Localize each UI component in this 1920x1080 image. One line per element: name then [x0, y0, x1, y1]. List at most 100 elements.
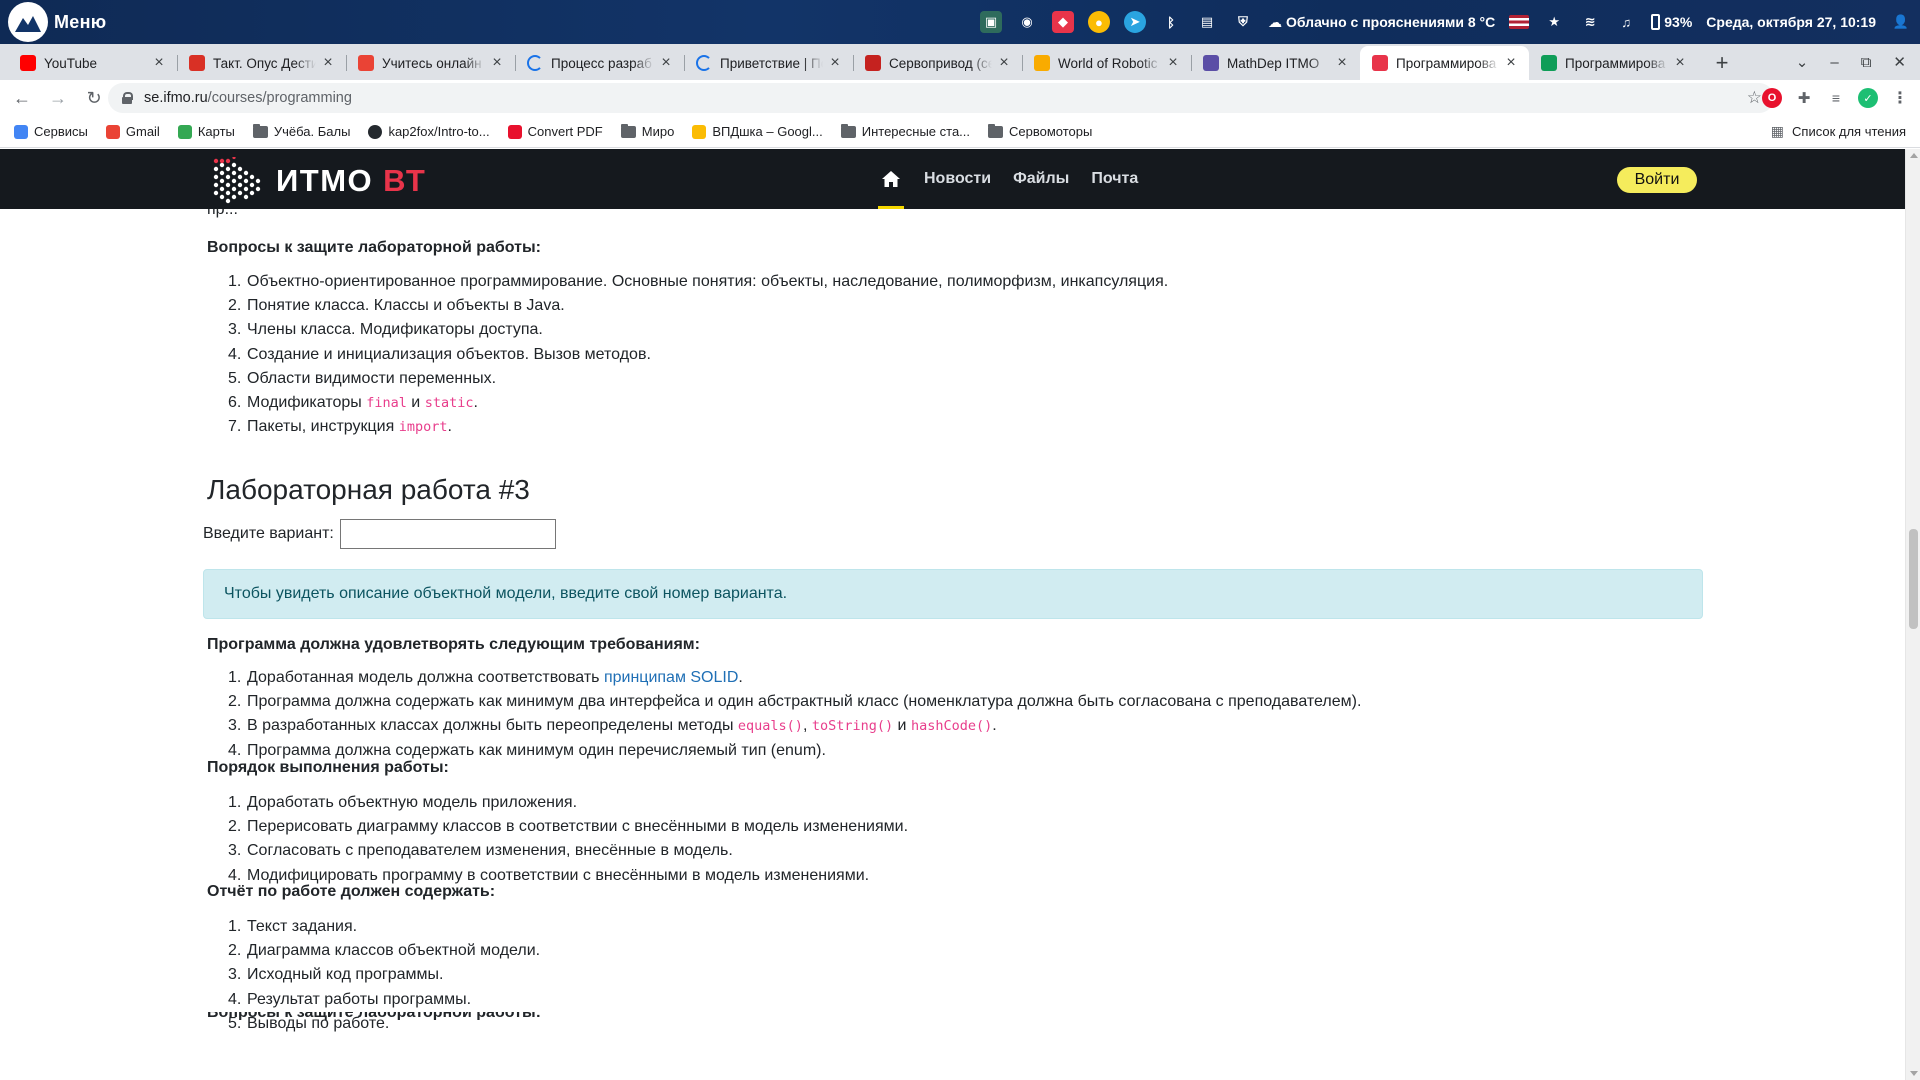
telegram-icon[interactable]: ➤ [1123, 11, 1146, 33]
login-button[interactable]: Войти [1617, 167, 1697, 193]
defense-questions-title: Вопросы к защите лабораторной работы: [207, 239, 541, 256]
scroll-up-arrow-icon[interactable] [1910, 153, 1918, 158]
tab-close-icon[interactable]: × [1672, 54, 1688, 72]
browser-tab[interactable]: Процесс разраб × [515, 46, 684, 80]
gmail-icon [358, 55, 374, 71]
page-viewport: ИТМО ВТ Новости Файлы Почта Войти пр... В… [0, 149, 1905, 1080]
bookmark-item[interactable]: Сервисы [14, 124, 88, 139]
screenshot-app-icon[interactable]: ▣ [979, 11, 1002, 33]
tab-close-icon[interactable]: × [996, 54, 1012, 72]
work-order-title: Порядок выполнения работы: [207, 759, 449, 776]
page-scrollbar[interactable] [1905, 149, 1920, 1080]
nav-files-link[interactable]: Файлы [1013, 170, 1069, 188]
bookmark-item[interactable]: kap2fox/Intro-to... [368, 124, 490, 139]
tab-close-icon[interactable]: × [1334, 54, 1350, 72]
solid-link[interactable]: принципам SOLID [604, 669, 738, 686]
us-flag-icon[interactable] [1509, 15, 1530, 29]
os-top-panel: Меню ▣ ◉ ◆ ● ➤ ᛒ ▤ ⛨ ☁ Облачно с проясне… [0, 0, 1920, 44]
browser-tab[interactable]: Такт. Опус Дести × [177, 46, 346, 80]
browser-tab[interactable]: World of Robotic × [1022, 46, 1191, 80]
scrollbar-thumb[interactable] [1909, 529, 1918, 629]
lock-icon[interactable] [122, 92, 133, 104]
nav-mail-link[interactable]: Почта [1091, 170, 1138, 188]
browser-tab[interactable]: Учитесь онлайн × [346, 46, 515, 80]
chrome-menu-icon[interactable]: ⋮ [1890, 88, 1910, 108]
os-menu-button[interactable]: Меню [0, 0, 106, 44]
forward-button[interactable]: → [44, 84, 72, 112]
discord-icon[interactable]: ◉ [1016, 11, 1038, 33]
cube-app-icon[interactable]: ◆ [1051, 11, 1074, 33]
nav-news-link[interactable]: Новости [924, 170, 991, 188]
weather-indicator[interactable]: ☁ Облачно с прояснениями 8 °C [1268, 14, 1495, 31]
tab-close-icon[interactable]: × [489, 54, 505, 72]
star-applet-icon[interactable]: ★ [1543, 11, 1565, 33]
browser-tab[interactable]: Приветствие | По × [684, 46, 853, 80]
sheets-icon [1541, 55, 1557, 71]
bookmark-item[interactable]: Учёба. Балы [252, 123, 350, 139]
code-final: final [366, 394, 407, 411]
bookmark-item[interactable]: ВПДшка – Googl... [692, 124, 823, 139]
back-button[interactable]: ← [8, 84, 36, 112]
chrome-icon[interactable]: ● [1087, 11, 1110, 33]
tab-close-icon[interactable]: × [151, 54, 167, 72]
heart-icon [507, 124, 522, 139]
list-item: Доработанная модель должна соответствова… [228, 666, 743, 690]
system-tray: ▣ ◉ ◆ ● ➤ ᛒ ▤ ⛨ ☁ Облачно с прояснениями… [979, 0, 1912, 44]
restore-icon[interactable]: ⧉ [1861, 54, 1872, 71]
battery-icon [1651, 14, 1661, 30]
loading-icon [527, 55, 543, 71]
new-tab-button[interactable]: + [1704, 46, 1740, 80]
battery-indicator[interactable]: 93% [1651, 14, 1692, 30]
reading-list-button[interactable]: ▦ Список для чтения [1771, 123, 1906, 140]
tab-close-icon[interactable]: × [827, 54, 843, 72]
clipboard-icon[interactable]: ▤ [1196, 11, 1218, 33]
home-link[interactable] [878, 149, 904, 209]
music-icon[interactable]: ♫ [1615, 11, 1637, 33]
clock[interactable]: Среда, октября 27, 10:19 [1706, 14, 1876, 30]
site-logo-text: ИТМО ВТ [276, 163, 427, 198]
url-host: se.ifmo.ru [144, 90, 208, 106]
opera-vpn-icon[interactable]: O [1762, 88, 1782, 108]
scroll-down-arrow-icon[interactable] [1910, 1071, 1918, 1076]
bookmark-item[interactable]: Gmail [105, 124, 160, 139]
minimize-icon[interactable]: – [1830, 54, 1838, 71]
mathdep-icon [1203, 55, 1219, 71]
browser-tab[interactable]: Сервопривод (се × [853, 46, 1022, 80]
site-navbar: ИТМО ВТ Новости Файлы Почта Войти [0, 149, 1905, 209]
close-window-icon[interactable]: ✕ [1893, 53, 1906, 71]
tab-close-icon[interactable]: × [658, 54, 674, 72]
address-bar[interactable]: se.ifmo.ru/courses/programming ☆ [108, 83, 1774, 113]
cut-off-text: пр... [207, 209, 238, 218]
browser-tab[interactable]: MathDep ITMO × [1191, 46, 1360, 80]
user-icon[interactable]: 👤 [1890, 11, 1912, 33]
bookmark-star-icon[interactable]: ☆ [1747, 88, 1762, 108]
tab-close-icon[interactable]: × [1503, 54, 1519, 72]
browser-tab[interactable]: Программирова × [1360, 46, 1529, 80]
variant-input[interactable] [339, 519, 556, 549]
tab-search-icon[interactable]: ⌄ [1796, 53, 1809, 71]
reload-button[interactable]: ↻ [80, 84, 108, 112]
bookmark-item[interactable]: Convert PDF [507, 124, 603, 139]
list-item: Доработать объектную модель приложения. [228, 791, 578, 815]
bookmark-item[interactable]: Карты [177, 124, 235, 139]
tab-close-icon[interactable]: × [320, 54, 336, 72]
bluetooth-icon[interactable]: ᛒ [1160, 11, 1182, 33]
bookmark-item[interactable]: Интересные ста... [840, 123, 970, 139]
site-logo[interactable]: ИТМО ВТ [208, 157, 426, 205]
media-control-icon[interactable]: ≡ [1826, 88, 1846, 108]
folder-icon [620, 123, 636, 138]
bookmark-item[interactable]: Сервомоторы [988, 123, 1092, 139]
browser-tab[interactable]: Программирова × [1529, 46, 1698, 80]
extensions-puzzle-icon[interactable]: ✚ [1794, 88, 1814, 108]
tab-close-icon[interactable]: × [1165, 54, 1181, 72]
bookmark-item[interactable]: Миро [620, 123, 674, 139]
wifi-icon[interactable]: ≋ [1579, 11, 1601, 33]
shield-icon[interactable]: ⛨ [1232, 11, 1254, 33]
tab-title: Программирова [1565, 55, 1666, 71]
bookmark-label: ВПДшка – Googl... [712, 124, 823, 139]
requirements-list: Доработанная модель должна соответствова… [207, 666, 1361, 763]
profile-avatar[interactable]: ✓ [1858, 88, 1878, 108]
list-item: В разработанных классах должны быть пере… [228, 714, 997, 738]
robotics-icon [1034, 55, 1050, 71]
browser-tab[interactable]: YouTube × [8, 46, 177, 80]
